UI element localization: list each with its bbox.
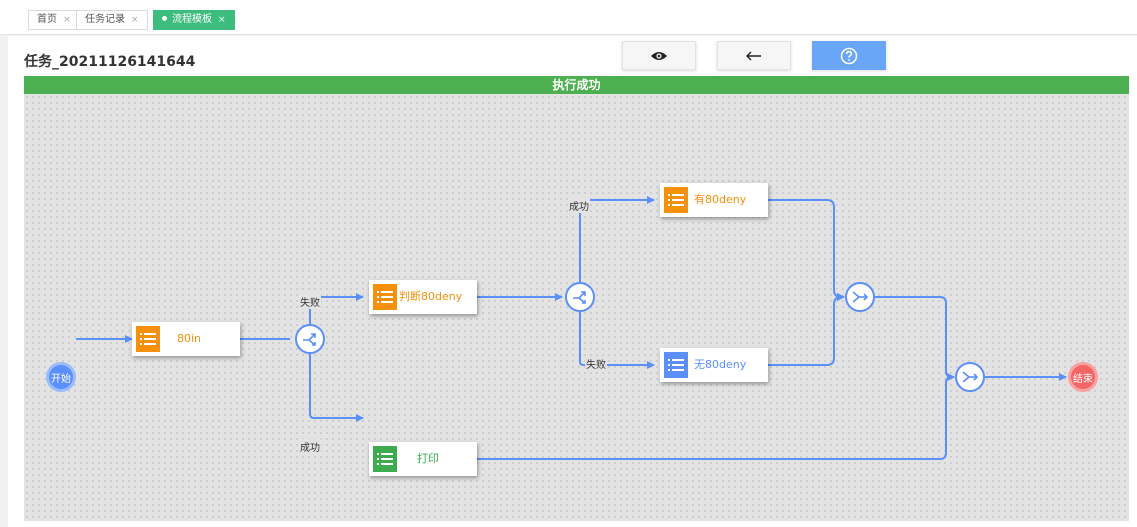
list-icon [136,326,160,352]
status-bar: 执行成功 [24,76,1129,94]
edge-label-success: 成功 [568,198,590,213]
edge-merge-merge2 [875,296,955,381]
node-label: 打印 [417,452,439,465]
start-label: 开始 [51,373,71,385]
node-label: 80in [177,332,202,345]
edge-label-success: 成功 [299,439,321,454]
tab-flow-template[interactable]: 流程模板 × [153,10,235,30]
node-label: 无80deny [694,358,747,371]
node-80in[interactable]: 80in [132,322,240,356]
end-node[interactable]: 结束 [1068,362,1098,392]
edge-print-merge2 [476,373,955,460]
merge-icon [962,371,979,383]
exclusive-gateway-1[interactable] [295,324,325,354]
edge-label-fail: 失败 [585,356,607,371]
edge-gateway-print [309,354,364,422]
edge-label-fail: 失败 [299,294,321,309]
split-icon [573,291,586,304]
arrow-left-icon [746,51,761,60]
tab-label: 首页 [37,14,57,25]
merge-gateway-2[interactable] [955,362,985,392]
edge-gateway2-has [579,196,655,282]
page-title: 任务_20211126141644 [24,54,196,70]
active-dot-icon [162,16,167,21]
help-button[interactable] [812,41,886,70]
eye-icon [651,51,667,60]
tab-label: 流程模板 [172,14,212,25]
tab-home[interactable]: 首页 × [28,10,80,30]
start-node[interactable]: 开始 [46,362,76,392]
close-icon[interactable]: × [131,15,139,25]
node-has-80deny[interactable]: 有80deny [660,183,768,217]
merge-gateway-1[interactable] [845,282,875,312]
node-label: 判断80deny [399,290,463,303]
exclusive-gateway-2[interactable] [565,282,595,312]
back-button[interactable] [717,41,791,70]
edge-none-merge [764,293,845,366]
merge-icon [852,291,869,303]
tab-task-records[interactable]: 任务记录 × [76,10,148,30]
close-icon[interactable]: × [63,15,71,25]
question-circle-icon [840,47,858,64]
tab-label: 任务记录 [85,14,125,25]
node-print[interactable]: 打印 [369,442,477,476]
list-icon [373,446,397,472]
list-icon [373,284,397,310]
flow-canvas[interactable]: 开始 80in 判断80deny 有80deny 无80deny 打印 结束 失… [24,94,1129,521]
edge-has-merge [764,199,845,301]
close-icon[interactable]: × [218,15,226,25]
main-panel: 任务_20211126141644 执行成功 开始 80in 判断80deny … [8,36,1137,527]
list-icon [664,187,688,213]
list-icon [664,352,688,378]
node-judge-80deny[interactable]: 判断80deny [369,280,477,314]
split-icon [303,333,316,346]
node-label: 有80deny [694,193,747,206]
node-no-80deny[interactable]: 无80deny [660,348,768,382]
tab-bar: 首页 × 任务记录 × 流程模板 × [0,6,1137,35]
end-label: 结束 [1073,373,1093,385]
view-button[interactable] [622,41,696,70]
